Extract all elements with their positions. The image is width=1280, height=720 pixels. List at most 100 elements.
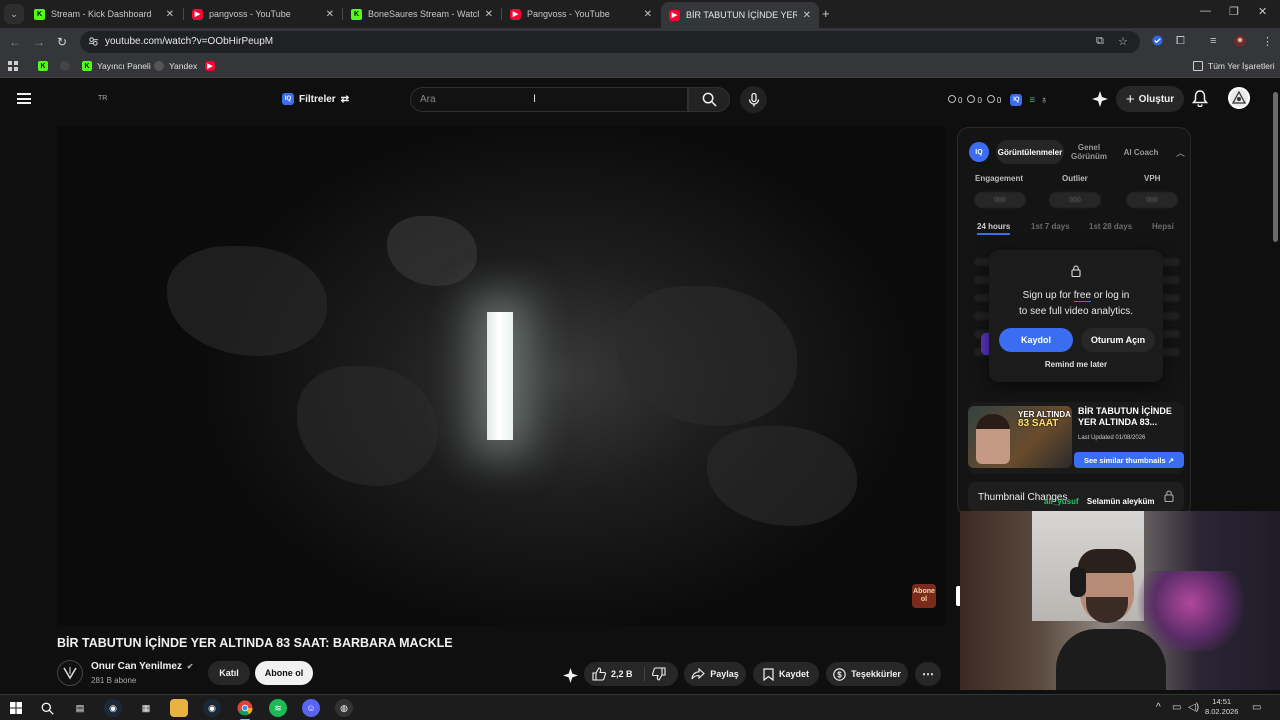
channel-avatar[interactable] — [57, 660, 83, 686]
subscribe-button[interactable]: Abone ol — [255, 661, 313, 685]
browser-tab-active-video[interactable]: ▶ BİR TABUTUN İÇİNDE YER ALTIN ✕ — [661, 2, 819, 28]
volume-icon[interactable]: ◁) — [1188, 702, 1199, 713]
tab-ai-coach[interactable]: AI Coach — [1118, 140, 1164, 164]
tab-search-button[interactable]: ⌄ — [4, 4, 24, 24]
install-app-icon[interactable]: ⧉ — [1096, 35, 1104, 48]
all-bookmarks-folder[interactable]: Tüm Yer İşaretleri — [1193, 61, 1275, 71]
bookmark-star-icon[interactable]: ☆ — [1118, 35, 1128, 48]
browser-menu-icon[interactable]: ⋮ — [1262, 35, 1273, 48]
range-28-days[interactable]: 1st 28 days — [1089, 222, 1132, 231]
last-updated: Last Updated 01/08/2026 — [1078, 435, 1146, 441]
reading-list-icon[interactable]: ≡ — [1210, 35, 1216, 47]
video-title: BİR TABUTUN İÇİNDE YER ALTINDA 83 SAAT: … — [57, 636, 453, 650]
save-button[interactable]: Kaydet — [753, 662, 819, 686]
video-frame-detail — [617, 286, 797, 426]
extension-shield-icon[interactable] — [1152, 35, 1163, 49]
site-info-icon[interactable] — [88, 36, 100, 48]
hamburger-menu-icon[interactable] — [17, 93, 31, 104]
close-tab-icon[interactable]: ✕ — [326, 9, 334, 20]
extensions-puzzle-icon[interactable]: ⧠ — [1176, 35, 1185, 48]
windows-start-icon[interactable] — [7, 699, 25, 717]
video-thumbnail[interactable]: YER ALTINDA 83 SAAT — [968, 406, 1072, 468]
search-button[interactable] — [688, 87, 730, 112]
search-icon[interactable] — [38, 699, 56, 717]
task-view-icon[interactable]: ▤ — [71, 699, 89, 717]
browser-tab-pangvoss-youtube-2[interactable]: ▶ Pangvoss - YouTube ✕ — [502, 3, 660, 25]
thanks-button[interactable]: $ Teşekkürler — [826, 662, 908, 686]
search-input[interactable] — [420, 92, 670, 107]
network-icon[interactable]: ▭ — [1172, 702, 1181, 713]
back-arrow-icon[interactable]: ← — [9, 35, 21, 49]
bookmark-kick[interactable]: K — [38, 61, 53, 71]
collapse-chevron-icon[interactable]: ︿ — [1176, 146, 1185, 159]
signup-lock-card: Sign up for free or log in to see full v… — [989, 250, 1163, 382]
browser-tab-kick-dashboard[interactable]: K Stream - Kick Dashboard ✕ — [26, 3, 182, 25]
notification-center-icon[interactable]: ▭ — [1252, 702, 1261, 713]
reload-icon[interactable]: ↻ — [57, 35, 67, 49]
system-clock[interactable]: 14:51 8.02.2026 — [1205, 697, 1238, 717]
bookmark-yandex[interactable]: Yandex — [154, 61, 197, 71]
new-tab-button[interactable]: + — [822, 6, 830, 21]
obs-icon[interactable]: ◍ — [335, 699, 353, 717]
steam-icon-2[interactable]: ◉ — [203, 699, 221, 717]
tab-overview[interactable]: Genel Görünüm — [1066, 140, 1112, 164]
close-tab-icon[interactable]: ✕ — [485, 9, 493, 20]
remind-later-link[interactable]: Remind me later — [989, 360, 1163, 369]
steam-icon[interactable]: ◉ — [104, 699, 122, 717]
bookmark-site[interactable] — [60, 61, 75, 71]
search-box[interactable]: I — [410, 87, 688, 112]
signup-button[interactable]: Kaydol — [999, 328, 1073, 352]
filters-button[interactable]: IQ Filtreler ⇄ — [282, 88, 349, 110]
tray-overflow-icon[interactable]: ^ — [1156, 702, 1161, 713]
award-icon[interactable]: ♁ — [1040, 95, 1048, 106]
browser-tab-pangvoss-youtube[interactable]: ▶ pangvoss - YouTube ✕ — [184, 3, 342, 25]
bookmark-youtube[interactable]: ▶ — [205, 61, 220, 71]
forward-arrow-icon[interactable]: → — [33, 35, 45, 49]
notifications-bell-icon[interactable] — [1191, 90, 1209, 112]
join-button[interactable]: Katıl — [208, 661, 250, 685]
account-avatar[interactable] — [1228, 87, 1250, 109]
sparkle-icon[interactable] — [563, 668, 578, 688]
discord-icon[interactable]: ☺ — [302, 699, 320, 717]
share-button[interactable]: Paylaş — [684, 662, 746, 686]
address-bar[interactable]: youtube.com/watch?v=OObHirPeupM ⧉ ☆ — [80, 31, 1140, 53]
store-icon[interactable]: ▦ — [137, 699, 155, 717]
voice-search-button[interactable] — [740, 86, 767, 113]
file-explorer-icon[interactable] — [170, 699, 188, 717]
clock-date: 8.02.2026 — [1205, 707, 1239, 716]
profile-avatar[interactable] — [1234, 35, 1246, 50]
see-similar-thumbnails-button[interactable]: See similar thumbnails ↗ — [1074, 452, 1184, 468]
tab-label: BİR TABUTUN İÇİNDE YER ALTIN — [686, 10, 797, 20]
range-7-days[interactable]: 1st 7 days — [1031, 222, 1070, 231]
video-player[interactable] — [57, 126, 945, 625]
close-window-button[interactable]: ✕ — [1258, 5, 1267, 18]
minimize-window-button[interactable]: — — [1200, 5, 1211, 17]
page-scrollbar-thumb[interactable] — [1273, 92, 1278, 242]
close-tab-icon[interactable]: ✕ — [644, 9, 652, 20]
kick-icon: K — [34, 8, 45, 20]
free-link[interactable]: free — [1073, 290, 1092, 302]
range-24-hours[interactable]: 24 hours — [977, 222, 1011, 235]
dislike-button[interactable] — [651, 667, 671, 683]
channel-name[interactable]: Onur Can Yenilmez ✔ — [91, 661, 193, 672]
close-tab-icon[interactable]: ✕ — [166, 9, 174, 20]
apps-grid-icon[interactable] — [8, 61, 18, 71]
login-button[interactable]: Oturum Açın — [1081, 328, 1155, 352]
restore-window-button[interactable]: ❐ — [1229, 5, 1239, 18]
spotify-icon[interactable]: ≋ — [269, 699, 287, 717]
bookmark-yayinci-paneli[interactable]: K Yayıncı Paneli — [82, 61, 151, 71]
kick-icon: K — [38, 61, 48, 71]
tab-views[interactable]: Görüntülenmeler — [996, 140, 1064, 164]
list-icon[interactable]: ≡ — [1029, 95, 1035, 106]
chrome-icon[interactable] — [236, 699, 254, 720]
more-actions-button[interactable]: ⋯ — [915, 662, 941, 686]
sparkle-icon[interactable] — [1092, 91, 1108, 112]
range-all[interactable]: Hepsi — [1152, 222, 1174, 231]
url-text[interactable]: youtube.com/watch?v=OObHirPeupM — [105, 36, 273, 47]
like-button[interactable]: 2,2 B — [592, 667, 633, 681]
browser-tab-bonesaures-stream[interactable]: K BoneSaures Stream - Watch Li ✕ — [343, 3, 501, 25]
create-button[interactable]: + Oluştur — [1116, 86, 1184, 112]
channel-watermark[interactable]: Abone ol — [912, 584, 936, 608]
close-tab-icon[interactable]: ✕ — [803, 10, 811, 21]
iq-extension-icon[interactable]: IQ — [1010, 94, 1023, 106]
